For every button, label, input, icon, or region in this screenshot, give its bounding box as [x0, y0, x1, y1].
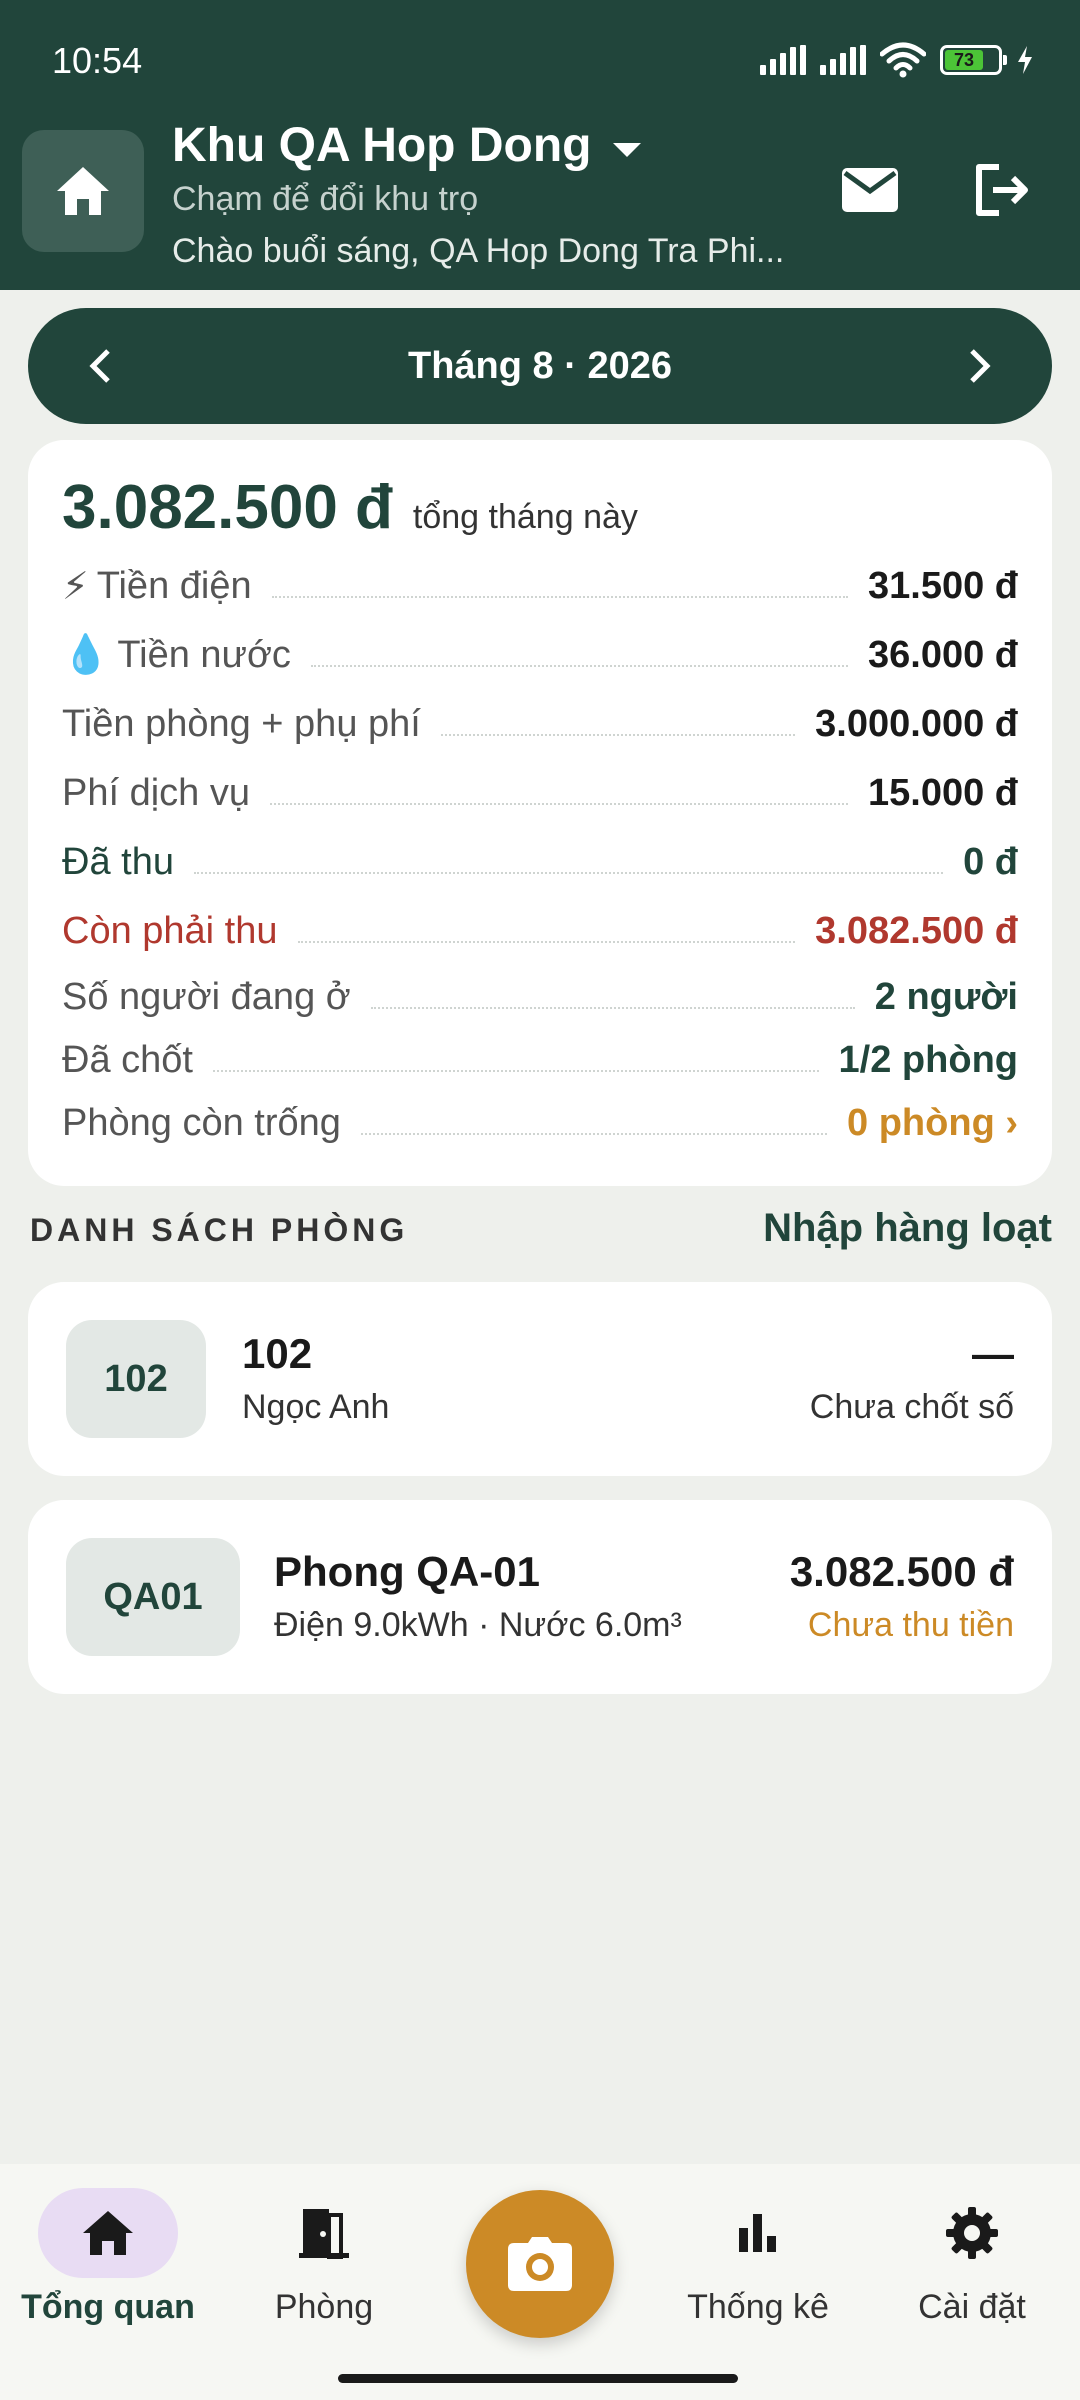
- door-icon: [299, 2209, 349, 2259]
- total-row: 3.082.500 đ tổng tháng này: [62, 472, 638, 543]
- prev-month-button[interactable]: [70, 336, 130, 396]
- nav-label: Phòng: [274, 2288, 374, 2326]
- room-card[interactable]: QA01 Phong QA-01 Điện 9.0kWh · Nước 6.0m…: [28, 1500, 1052, 1694]
- battery-level: 73: [945, 50, 983, 70]
- gesture-bar: [338, 2374, 738, 2383]
- summary-row-collected: Đã thu 0 đ: [62, 834, 1018, 890]
- logout-icon: [976, 164, 1028, 216]
- summary-row-rent: Tiền phòng + phụ phí 3.000.000 đ: [62, 696, 1018, 752]
- chevron-left-icon: [89, 349, 110, 383]
- nav-overview[interactable]: Tổng quan: [8, 2188, 208, 2348]
- month-label: Tháng 8 · 2026: [408, 344, 672, 387]
- gear-icon: [946, 2207, 998, 2259]
- dotted-leader: [297, 941, 796, 943]
- camera-scan-button[interactable]: [466, 2190, 614, 2338]
- summary-label: Tiền nước: [117, 633, 291, 676]
- bulk-entry-button[interactable]: Nhập hàng loạt: [763, 1206, 1052, 1251]
- room-status: Chưa thu tiền: [807, 1606, 1014, 1644]
- summary-row-vacant[interactable]: Phòng còn trống 0 phòng ›: [62, 1095, 1018, 1151]
- area-subtitle: Chạm để đổi khu trọ: [172, 180, 479, 218]
- status-time: 10:54: [52, 40, 143, 81]
- wifi-icon: [880, 42, 926, 78]
- mail-icon: [842, 168, 898, 212]
- nav-label: Thống kê: [687, 2288, 829, 2326]
- lightning-icon: ⚡: [62, 565, 89, 608]
- nav-settings[interactable]: Cài đặt: [872, 2188, 1072, 2348]
- home-icon: [83, 2211, 133, 2255]
- camera-icon: [508, 2237, 572, 2291]
- charging-icon: [1018, 46, 1032, 74]
- dotted-leader: [271, 596, 848, 598]
- summary-label: Phí dịch vụ: [62, 771, 250, 814]
- signal-icon: [760, 45, 806, 75]
- summary-value: 0 đ: [963, 840, 1018, 883]
- summary-row-electricity: ⚡ Tiền điện 31.500 đ: [62, 558, 1018, 614]
- summary-value: 15.000 đ: [868, 771, 1018, 814]
- summary-label: Còn phải thu: [62, 909, 278, 952]
- summary-value: 36.000 đ: [868, 633, 1018, 676]
- dotted-leader: [370, 1007, 855, 1009]
- summary-label: Đã thu: [62, 840, 174, 883]
- room-status: Chưa chốt số: [809, 1388, 1014, 1426]
- home-icon: [57, 167, 109, 215]
- home-button[interactable]: [22, 130, 144, 252]
- summary-label: Phòng còn trống: [62, 1101, 341, 1144]
- summary-row-service: Phí dịch vụ 15.000 đ: [62, 765, 1018, 821]
- app-header: 10:54 73 Khu QA Hop Dong Chạm để đổi khu…: [0, 0, 1080, 290]
- water-drop-icon: 💧: [62, 634, 110, 676]
- room-card[interactable]: 102 102 Ngọc Anh — Chưa chốt số: [28, 1282, 1052, 1476]
- summary-value: 2 người: [874, 975, 1018, 1018]
- summary-card: 3.082.500 đ tổng tháng này ⚡ Tiền điện 31…: [28, 440, 1052, 1186]
- summary-row-water: 💧 Tiền nước 36.000 đ: [62, 627, 1018, 683]
- room-name: 102: [242, 1330, 313, 1377]
- chevron-down-icon: [613, 142, 642, 157]
- room-tenant: Ngọc Anh: [242, 1388, 390, 1426]
- room-name: Phong QA-01: [274, 1548, 541, 1595]
- dotted-leader: [440, 734, 796, 736]
- messages-button[interactable]: [830, 150, 910, 230]
- signal-icon-2: [820, 45, 866, 75]
- logout-button[interactable]: [962, 150, 1042, 230]
- total-amount: 3.082.500 đ: [62, 473, 393, 542]
- summary-row-finalized: Đã chốt 1/2 phòng: [62, 1032, 1018, 1088]
- room-code-badge: QA01: [66, 1538, 240, 1656]
- summary-label: Đã chốt: [62, 1038, 193, 1081]
- summary-row-occupants: Số người đang ở 2 người: [62, 969, 1018, 1025]
- dotted-leader: [193, 872, 944, 874]
- summary-value: 3.000.000 đ: [815, 702, 1018, 745]
- summary-label: Tiền điện: [96, 564, 252, 607]
- dotted-leader: [212, 1070, 819, 1072]
- status-bar: 10:54 73: [0, 0, 1080, 120]
- summary-value: 31.500 đ: [868, 564, 1018, 607]
- summary-label: Số người đang ở: [62, 975, 351, 1018]
- next-month-button[interactable]: [950, 336, 1010, 396]
- area-title: Khu QA Hop Dong: [172, 119, 592, 172]
- summary-row-remaining: Còn phải thu 3.082.500 đ: [62, 903, 1018, 959]
- room-amount: 3.082.500 đ: [789, 1548, 1014, 1595]
- dotted-leader: [310, 665, 848, 667]
- summary-value: 1/2 phòng: [838, 1038, 1018, 1081]
- greeting-text: Chào buổi sáng, QA Hop Dong Tra Phi...: [172, 232, 785, 270]
- nav-label: Tổng quan: [21, 2288, 195, 2326]
- status-icons: 73: [760, 40, 1034, 80]
- nav-stats[interactable]: Thống kê: [658, 2188, 858, 2348]
- room-code-badge: 102: [66, 1320, 206, 1438]
- chevron-right-icon: [970, 349, 991, 383]
- vacant-rooms-link[interactable]: 0 phòng ›: [847, 1102, 1018, 1145]
- rooms-section-title: DANH SÁCH PHÒNG: [30, 1212, 409, 1248]
- month-selector: Tháng 8 · 2026: [28, 308, 1052, 424]
- bar-chart-icon: [739, 2214, 776, 2252]
- dotted-leader: [270, 803, 848, 805]
- dotted-leader: [360, 1133, 828, 1135]
- nav-rooms[interactable]: Phòng: [224, 2188, 424, 2348]
- area-selector[interactable]: Khu QA Hop Dong: [172, 118, 642, 173]
- room-usage: Điện 9.0kWh · Nước 6.0m³: [274, 1606, 682, 1644]
- total-caption: tổng tháng này: [412, 498, 638, 536]
- room-amount: —: [972, 1330, 1014, 1377]
- summary-label: Tiền phòng + phụ phí: [62, 702, 421, 745]
- summary-value: 3.082.500 đ: [815, 909, 1018, 952]
- battery-icon: 73: [940, 45, 1007, 75]
- nav-label: Cài đặt: [918, 2288, 1026, 2326]
